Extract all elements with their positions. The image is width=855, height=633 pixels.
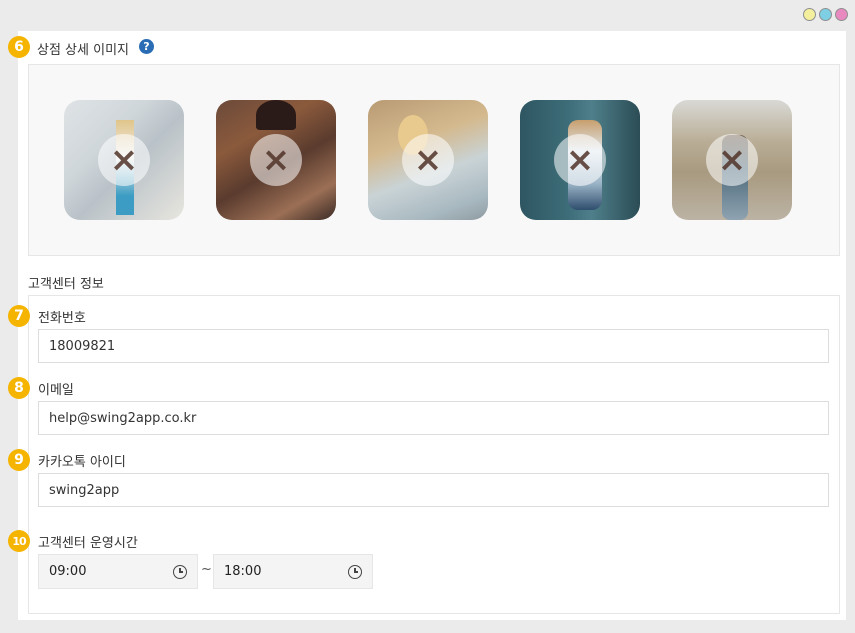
step-badge-9: 9 xyxy=(8,449,30,471)
detail-image-1[interactable]: × xyxy=(64,100,184,220)
step-badge-7: 7 xyxy=(8,305,30,327)
email-input[interactable]: help@swing2app.co.kr xyxy=(38,401,829,435)
start-time-input[interactable]: 09:00 xyxy=(38,554,198,589)
window-dot-blue[interactable] xyxy=(819,8,832,21)
delete-image-icon[interactable]: × xyxy=(554,134,606,186)
step-badge-10: 10 xyxy=(8,530,30,552)
hours-label: 고객센터 운영시간 xyxy=(38,536,138,551)
time-separator: ~ xyxy=(201,562,212,577)
delete-image-icon[interactable]: × xyxy=(98,134,150,186)
start-time-value: 09:00 xyxy=(49,564,87,579)
detail-images-title: 상점 상세 이미지 xyxy=(37,43,129,58)
kakao-id-input[interactable]: swing2app xyxy=(38,473,829,507)
phone-input[interactable]: 18009821 xyxy=(38,329,829,363)
kakao-id-label: 카카오톡 아이디 xyxy=(38,455,126,470)
customer-center-title: 고객센터 정보 xyxy=(28,277,104,292)
detail-image-2[interactable]: × xyxy=(216,100,336,220)
delete-image-icon[interactable]: × xyxy=(402,134,454,186)
end-time-input[interactable]: 18:00 xyxy=(213,554,373,589)
detail-image-5[interactable]: × xyxy=(672,100,792,220)
window-dot-pink[interactable] xyxy=(835,8,848,21)
delete-image-icon[interactable]: × xyxy=(706,134,758,186)
detail-image-4[interactable]: × xyxy=(520,100,640,220)
window-dot-yellow[interactable] xyxy=(803,8,816,21)
window-controls xyxy=(803,8,848,21)
clock-icon[interactable] xyxy=(348,564,362,579)
clock-icon[interactable] xyxy=(173,564,187,579)
email-label: 이메일 xyxy=(38,383,74,398)
delete-image-icon[interactable]: × xyxy=(250,134,302,186)
phone-label: 전화번호 xyxy=(38,311,86,326)
step-badge-6: 6 xyxy=(8,36,30,58)
detail-image-3[interactable]: × xyxy=(368,100,488,220)
step-badge-8: 8 xyxy=(8,377,30,399)
help-icon[interactable]: ? xyxy=(139,39,154,54)
end-time-value: 18:00 xyxy=(224,564,262,579)
